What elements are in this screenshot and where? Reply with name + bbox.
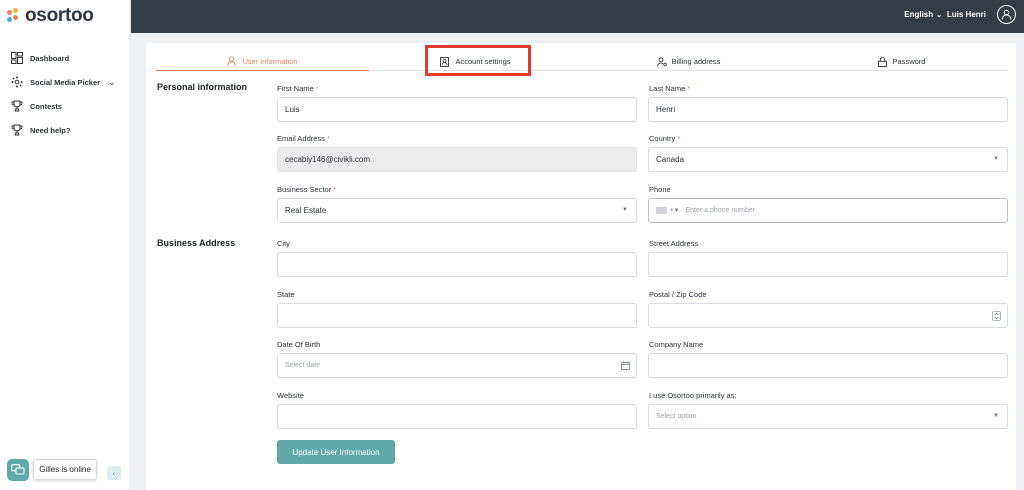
sidebar-item-label: Contests (30, 101, 63, 111)
caret-down-icon: ▼ (993, 156, 999, 162)
tab-label: User information (242, 56, 298, 66)
city-field[interactable] (277, 252, 637, 277)
website-label: Website (277, 391, 304, 400)
business-sector-label: Business Sector * (277, 185, 337, 194)
sidebar-item-social-media-picker[interactable]: Social Media Picker ⌄ (0, 70, 131, 94)
sidebar-item-label: Dashboard (30, 53, 70, 63)
help-icon (10, 123, 24, 137)
avatar[interactable] (997, 5, 1016, 24)
dashboard-icon (10, 51, 24, 65)
email-label: Email Address * (277, 134, 330, 143)
postal-code-label: Postal / Zip Code (649, 290, 707, 299)
trophy-icon (10, 99, 24, 113)
street-address-field[interactable] (648, 252, 1008, 277)
phone-field[interactable]: +▼ Enter a phone number (648, 198, 1008, 223)
number-stepper-icon[interactable] (992, 311, 1001, 323)
logo-dots-icon (7, 8, 23, 24)
business-sector-select[interactable]: Real Estate ▼ (277, 198, 637, 223)
user-location-icon (656, 56, 667, 67)
sidebar-item-label: Need help? (30, 125, 71, 135)
email-field: cecabiy146@civikli.com (277, 147, 637, 172)
state-label: State (277, 290, 295, 299)
use-as-label: I use Osortoo primarily as: (649, 391, 737, 400)
chevron-left-icon: ‹ (112, 468, 116, 478)
caret-down-icon: ▼ (622, 207, 628, 213)
email-value: cecabiy146@civikli.com (285, 155, 371, 164)
first-name-label: First Name * (277, 84, 319, 93)
section-title-personal: Personal information (157, 82, 248, 92)
sidebar-item-contests[interactable]: Contests (0, 94, 131, 118)
chat-status-tooltip: Gilles is online (33, 459, 97, 480)
logo-text: osortoo (25, 5, 94, 26)
lock-icon (877, 56, 888, 67)
language-label: English (904, 10, 934, 19)
state-field[interactable] (277, 303, 637, 328)
sidebar-item-label: Social Media Picker (30, 77, 101, 87)
date-of-birth-field[interactable]: Select date (277, 353, 637, 378)
country-code-dropdown[interactable]: +▼ (670, 208, 679, 214)
logo[interactable]: osortoo (7, 5, 94, 27)
website-field[interactable] (277, 404, 637, 429)
network-icon (10, 75, 24, 89)
tab-label: Billing address (671, 57, 721, 66)
sidebar-item-dashboard[interactable]: Dashboard (0, 46, 131, 70)
chevron-down-icon: ⌄ (936, 12, 942, 19)
tab-user-information[interactable]: User information (156, 52, 369, 71)
calendar-icon[interactable] (621, 361, 630, 372)
first-name-field[interactable]: Luis (277, 97, 637, 122)
date-of-birth-label: Date Of Birth (277, 340, 321, 349)
first-name-value: Luis (285, 105, 300, 114)
top-bar: English ⌄ Luis Henri (131, 0, 1024, 33)
country-value: Canada (656, 155, 685, 164)
company-name-field[interactable] (648, 353, 1008, 378)
annotation-highlight-box (425, 45, 531, 76)
user-name[interactable]: Luis Henri (947, 10, 986, 19)
section-title-business: Business Address (157, 238, 236, 248)
chat-button[interactable] (7, 459, 29, 481)
user-icon (227, 56, 237, 66)
tab-label: Password (892, 57, 926, 66)
last-name-value: Henri (656, 105, 676, 114)
date-placeholder: Select date (285, 362, 321, 369)
sidebar-nav: Dashboard Social Media Picker ⌄ Contests… (0, 46, 131, 142)
use-as-placeholder: Select option (656, 413, 697, 420)
chevron-down-icon[interactable]: ⌄ (108, 77, 116, 88)
tab-bar: User information Account settings Billin… (156, 52, 1008, 71)
update-user-information-button[interactable]: Update User Information (277, 440, 395, 464)
chat-icon (11, 464, 25, 475)
tab-password[interactable]: Password (795, 52, 1008, 71)
street-address-label: Street Address (649, 239, 699, 248)
use-as-select[interactable]: Select option ▼ (648, 404, 1008, 429)
phone-placeholder: Enter a phone number (685, 207, 756, 214)
tab-billing-address[interactable]: Billing address (582, 52, 795, 71)
collapse-sidebar-button[interactable]: ‹ (107, 466, 121, 480)
last-name-field[interactable]: Henri (648, 97, 1008, 122)
phone-label: Phone (649, 185, 671, 194)
postal-code-field[interactable] (648, 303, 1008, 328)
company-name-label: Company Name (649, 340, 704, 349)
country-select[interactable]: Canada ▼ (648, 147, 1008, 172)
city-label: City (277, 239, 290, 248)
sidebar-item-need-help[interactable]: Need help? (0, 118, 131, 142)
sidebar: osortoo Dashboard Social Media Picker ⌄ … (0, 0, 131, 490)
flag-icon[interactable] (656, 207, 667, 214)
last-name-label: Last Name * (649, 84, 691, 93)
business-sector-value: Real Estate (285, 206, 327, 215)
caret-down-icon: ▼ (993, 413, 999, 419)
user-icon (1001, 9, 1012, 20)
country-label: Country * (649, 134, 681, 143)
language-selector[interactable]: English ⌄ (904, 10, 942, 19)
